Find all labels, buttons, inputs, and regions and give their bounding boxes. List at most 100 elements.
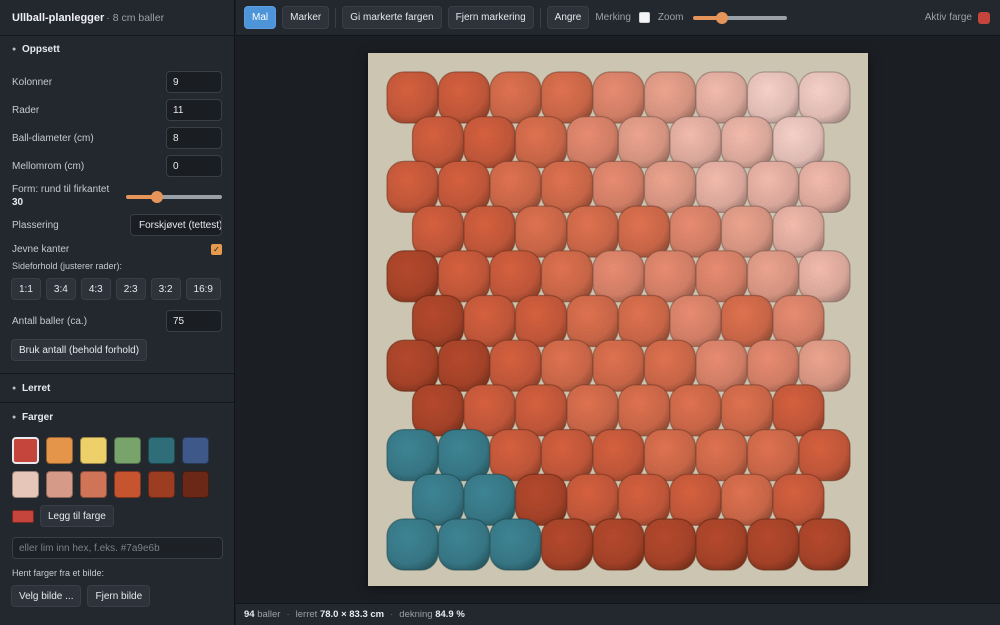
color-swatch[interactable] bbox=[114, 471, 141, 498]
active-color-swatch[interactable] bbox=[978, 11, 990, 24]
shape-slider[interactable] bbox=[126, 190, 222, 204]
undo-button[interactable]: Angre bbox=[546, 6, 590, 29]
aspect-button-1-1[interactable]: 1:1 bbox=[11, 278, 41, 300]
wool-ball[interactable] bbox=[489, 339, 542, 392]
paint-tool-button[interactable]: Mal bbox=[244, 6, 277, 29]
wool-ball[interactable] bbox=[617, 294, 671, 348]
wool-ball[interactable] bbox=[540, 518, 594, 571]
apply-color-button[interactable]: Gi markerte fargen bbox=[342, 6, 442, 29]
ball-count-input[interactable] bbox=[166, 310, 222, 332]
color-swatch[interactable] bbox=[182, 437, 209, 464]
wool-ball[interactable] bbox=[514, 205, 568, 258]
wool-ball[interactable] bbox=[746, 250, 800, 303]
choose-image-button[interactable]: Velg bilde ... bbox=[11, 585, 82, 607]
wool-ball[interactable] bbox=[746, 429, 800, 482]
apply-count-button[interactable]: Bruk antall (behold forhold) bbox=[11, 339, 148, 361]
wool-ball[interactable] bbox=[566, 116, 619, 169]
columns-input[interactable] bbox=[166, 71, 222, 93]
color-swatch[interactable] bbox=[182, 471, 209, 498]
wool-ball[interactable] bbox=[798, 429, 851, 482]
wool-ball[interactable] bbox=[695, 71, 748, 124]
add-color-button[interactable]: Legg til farge bbox=[40, 505, 114, 527]
ball-grid[interactable] bbox=[368, 53, 868, 586]
wool-ball[interactable] bbox=[695, 250, 748, 303]
wool-ball[interactable] bbox=[669, 384, 722, 437]
aspect-button-16-9[interactable]: 16:9 bbox=[185, 278, 221, 300]
wool-ball[interactable] bbox=[798, 250, 851, 303]
wool-ball[interactable] bbox=[566, 473, 619, 526]
wool-ball[interactable] bbox=[540, 71, 594, 124]
colors-section-header[interactable]: ● Farger bbox=[0, 403, 234, 431]
wool-ball[interactable] bbox=[411, 384, 465, 437]
wool-ball[interactable] bbox=[592, 429, 645, 482]
wool-ball[interactable] bbox=[437, 518, 491, 571]
wool-ball[interactable] bbox=[720, 205, 774, 258]
wool-ball[interactable] bbox=[720, 294, 774, 348]
color-swatch[interactable] bbox=[12, 437, 39, 464]
placement-select[interactable]: Forskjøvet (tettest) bbox=[130, 214, 222, 236]
wool-ball[interactable] bbox=[437, 160, 491, 214]
wool-ball[interactable] bbox=[411, 116, 465, 169]
wool-ball[interactable] bbox=[669, 116, 722, 169]
setup-section-header[interactable]: ● Oppsett bbox=[0, 36, 234, 62]
wool-ball[interactable] bbox=[643, 250, 697, 303]
wool-ball[interactable] bbox=[720, 116, 774, 169]
color-swatch[interactable] bbox=[46, 437, 73, 464]
wool-ball[interactable] bbox=[489, 250, 542, 303]
wool-ball[interactable] bbox=[386, 250, 439, 303]
color-swatch[interactable] bbox=[46, 471, 73, 498]
wool-ball[interactable] bbox=[592, 160, 645, 214]
wool-ball[interactable] bbox=[386, 429, 439, 482]
wool-ball[interactable] bbox=[489, 71, 542, 124]
wool-ball[interactable] bbox=[746, 339, 800, 392]
wool-ball[interactable] bbox=[798, 71, 851, 124]
wool-ball[interactable] bbox=[489, 429, 542, 482]
wool-ball[interactable] bbox=[798, 518, 851, 571]
wool-ball[interactable] bbox=[695, 429, 748, 482]
wool-ball[interactable] bbox=[669, 473, 722, 526]
rug-canvas[interactable] bbox=[368, 53, 868, 586]
wool-ball[interactable] bbox=[386, 71, 439, 124]
wool-ball[interactable] bbox=[540, 160, 594, 214]
color-swatch[interactable] bbox=[114, 437, 141, 464]
wool-ball[interactable] bbox=[643, 339, 697, 392]
wool-ball[interactable] bbox=[540, 339, 594, 392]
wool-ball[interactable] bbox=[798, 339, 851, 392]
wool-ball[interactable] bbox=[772, 384, 825, 437]
color-swatch[interactable] bbox=[148, 437, 175, 464]
aspect-button-2-3[interactable]: 2:3 bbox=[115, 278, 146, 300]
wool-ball[interactable] bbox=[592, 71, 645, 124]
gap-input[interactable] bbox=[166, 155, 222, 177]
wool-ball[interactable] bbox=[566, 384, 619, 437]
color-swatch[interactable] bbox=[148, 471, 175, 498]
wool-ball[interactable] bbox=[746, 71, 800, 124]
wool-ball[interactable] bbox=[540, 250, 594, 303]
hex-input[interactable] bbox=[12, 537, 223, 559]
wool-ball[interactable] bbox=[463, 294, 516, 348]
wool-ball[interactable] bbox=[592, 339, 645, 392]
wool-ball[interactable] bbox=[617, 205, 671, 258]
wool-ball[interactable] bbox=[386, 339, 439, 392]
wool-ball[interactable] bbox=[489, 160, 542, 214]
wool-ball[interactable] bbox=[669, 205, 722, 258]
wool-ball[interactable] bbox=[437, 71, 491, 124]
wool-ball[interactable] bbox=[386, 160, 439, 214]
remove-image-button[interactable]: Fjern bilde bbox=[87, 585, 151, 607]
wool-ball[interactable] bbox=[720, 473, 774, 526]
wool-ball[interactable] bbox=[386, 518, 439, 571]
clear-selection-button[interactable]: Fjern markering bbox=[447, 6, 534, 29]
even-edges-checkbox[interactable]: ✓ bbox=[211, 244, 222, 255]
wool-ball[interactable] bbox=[643, 71, 697, 124]
zoom-slider[interactable] bbox=[693, 10, 788, 25]
wool-ball[interactable] bbox=[514, 384, 568, 437]
wool-ball[interactable] bbox=[643, 429, 697, 482]
wool-ball[interactable] bbox=[592, 518, 645, 571]
wool-ball[interactable] bbox=[514, 473, 568, 526]
wool-ball[interactable] bbox=[772, 205, 825, 258]
wool-ball[interactable] bbox=[772, 473, 825, 526]
wool-ball[interactable] bbox=[592, 250, 645, 303]
wool-ball[interactable] bbox=[746, 160, 800, 214]
wool-ball[interactable] bbox=[669, 294, 722, 348]
wool-ball[interactable] bbox=[514, 116, 568, 169]
current-color-picker[interactable] bbox=[12, 509, 34, 523]
